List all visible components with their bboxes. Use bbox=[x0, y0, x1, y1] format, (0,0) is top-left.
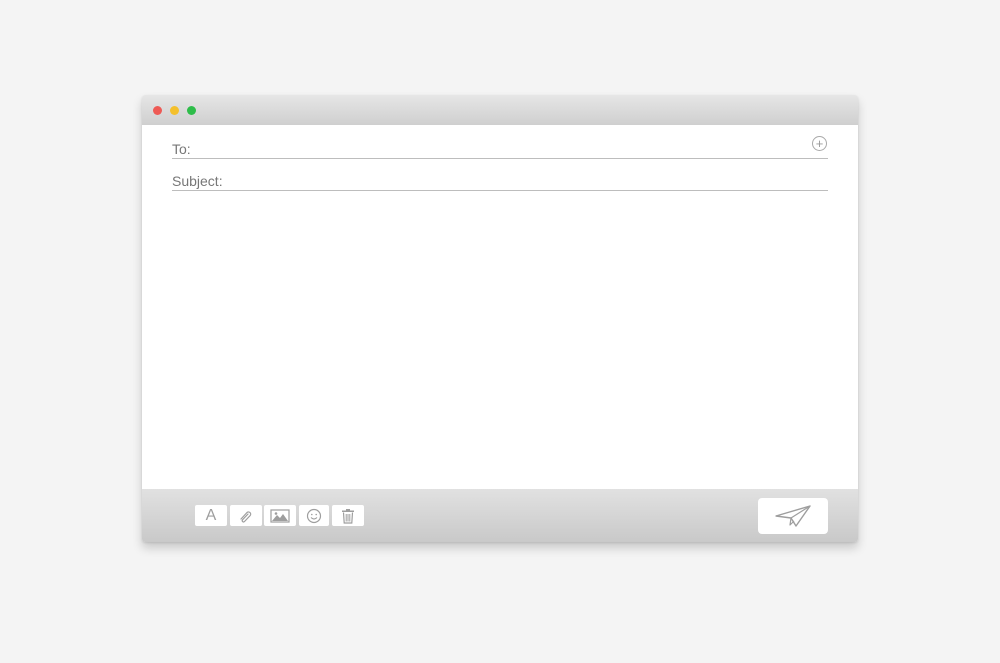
insert-emoji-button[interactable] bbox=[299, 505, 329, 526]
to-field[interactable]: To: bbox=[172, 136, 828, 159]
bottom-toolbar: A bbox=[142, 489, 858, 542]
font-icon: A bbox=[205, 506, 217, 524]
plus-circle-icon[interactable]: + bbox=[812, 136, 827, 151]
subject-field[interactable]: Subject: bbox=[172, 168, 828, 191]
insert-photo-button[interactable] bbox=[264, 505, 296, 526]
smiley-icon bbox=[306, 508, 322, 523]
send-button[interactable] bbox=[758, 498, 828, 534]
title-bar[interactable] bbox=[142, 95, 858, 125]
subject-label: Subject: bbox=[172, 173, 223, 189]
compose-window: To: + Subject: A bbox=[142, 95, 858, 542]
trash-icon bbox=[342, 508, 354, 524]
paperclip-icon bbox=[240, 510, 252, 522]
image-icon bbox=[270, 508, 290, 523]
minimize-window-button[interactable] bbox=[170, 106, 179, 115]
to-label: To: bbox=[172, 141, 191, 157]
message-body[interactable] bbox=[172, 199, 828, 479]
close-window-button[interactable] bbox=[153, 106, 162, 115]
delete-draft-button[interactable] bbox=[332, 505, 364, 526]
paper-plane-icon bbox=[775, 505, 811, 527]
zoom-window-button[interactable] bbox=[187, 106, 196, 115]
attach-file-button[interactable] bbox=[230, 505, 262, 526]
format-font-button[interactable]: A bbox=[195, 505, 227, 526]
